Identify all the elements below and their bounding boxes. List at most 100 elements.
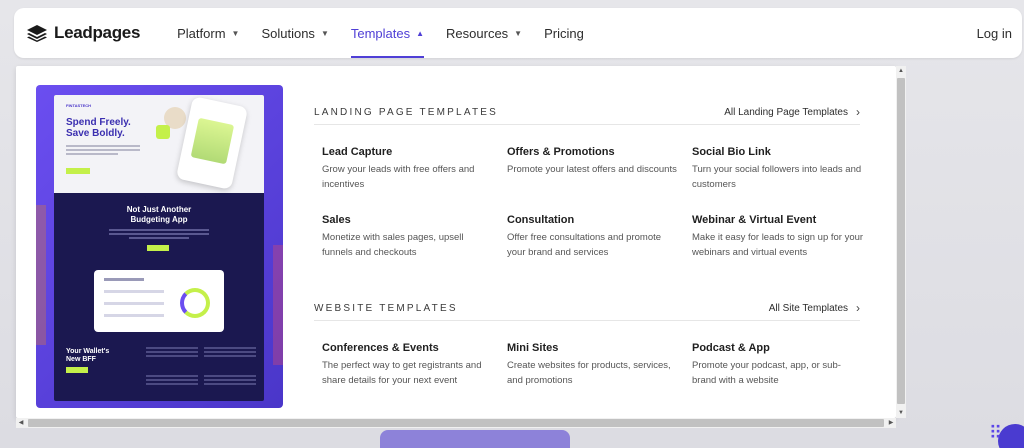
caret-up-icon: ▲ — [416, 28, 425, 38]
template-description: The perfect way to get registrants and s… — [322, 360, 482, 386]
preview-bottom-title-line: Your Wallet's — [66, 348, 110, 355]
preview-feature — [146, 375, 198, 395]
templates-dropdown: FINTASTECH Spend Freely. Save Boldly. No… — [16, 66, 896, 418]
preview-feature — [204, 347, 256, 367]
preview-decor — [36, 205, 46, 345]
scrollbar-thumb[interactable] — [897, 78, 905, 404]
preview-headline: Spend Freely. Save Boldly. — [66, 117, 131, 139]
template-description: Create websites for products, services, … — [507, 360, 671, 386]
nav-item-label: Resources — [446, 25, 509, 41]
preview-feature — [146, 347, 198, 367]
brand-name: Leadpages — [54, 23, 141, 42]
preview-subtext — [66, 145, 140, 157]
preview-page: FINTASTECH Spend Freely. Save Boldly. No… — [54, 95, 264, 401]
template-consultation[interactable]: Consultation Offer free consultations an… — [507, 214, 679, 260]
template-description: Grow your leads with free offers and inc… — [322, 164, 475, 190]
nav-item-platform[interactable]: Platform ▼ — [166, 8, 250, 58]
template-mini-sites[interactable]: Mini Sites Create websites for products,… — [507, 342, 679, 388]
all-landing-templates-label: All Landing Page Templates — [724, 106, 848, 118]
nav-item-label: Solutions — [261, 25, 315, 41]
caret-down-icon: ▼ — [320, 28, 329, 38]
preview-bottom-title: Your Wallet's New BFF — [66, 348, 109, 364]
nav-item-label: Pricing — [544, 25, 584, 41]
preview-mid-title-line: Not Just Another — [126, 205, 192, 214]
template-title: Social Bio Link — [692, 146, 771, 158]
caret-down-icon: ▼ — [514, 28, 523, 38]
preview-bottom-button — [66, 367, 88, 373]
template-preview-image[interactable]: FINTASTECH Spend Freely. Save Boldly. No… — [36, 85, 283, 408]
all-landing-templates-link[interactable]: All Landing Page Templates › — [724, 105, 860, 119]
template-description: Promote your podcast, app, or sub-brand … — [692, 360, 841, 386]
scroll-left-icon[interactable]: ◀ — [16, 418, 26, 428]
preview-chart-ring — [180, 288, 210, 318]
divider — [314, 320, 860, 321]
template-podcast-app[interactable]: Podcast & App Promote your podcast, app,… — [692, 342, 864, 388]
nav-item-label: Templates — [350, 25, 411, 41]
all-site-templates-label: All Site Templates — [768, 302, 848, 314]
nav-menu: Platform ▼ Solutions ▼ Templates ▲ Resou… — [166, 8, 595, 58]
template-title: Offers & Promotions — [507, 146, 615, 158]
preview-mid-text — [109, 229, 209, 241]
nav-item-resources[interactable]: Resources ▼ — [435, 8, 533, 58]
chevron-right-icon: › — [856, 301, 860, 315]
preview-mid-title-line: Budgeting App — [130, 215, 188, 224]
template-social-bio-link[interactable]: Social Bio Link Turn your social followe… — [692, 146, 864, 192]
preview-card-row — [104, 302, 164, 305]
template-sales[interactable]: Sales Monetize with sales pages, upsell … — [322, 214, 494, 260]
preview-headline-line: Save Boldly. — [66, 128, 125, 139]
landing-section-header: LANDING PAGE TEMPLATES All Landing Page … — [314, 105, 860, 119]
horizontal-scrollbar[interactable]: ◀ ▶ — [16, 418, 896, 428]
preview-card-row — [104, 290, 164, 293]
template-description: Turn your social followers into leads an… — [692, 164, 862, 190]
templates-content: LANDING PAGE TEMPLATES All Landing Page … — [314, 66, 864, 418]
preview-decor — [273, 245, 283, 365]
preview-mid-title: Not Just Another Budgeting App — [54, 205, 264, 225]
divider — [314, 124, 860, 125]
template-title: Conferences & Events — [322, 342, 439, 354]
preview-mid-button — [147, 245, 169, 251]
template-webinar-virtual-event[interactable]: Webinar & Virtual Event Make it easy for… — [692, 214, 864, 260]
scroll-right-icon[interactable]: ▶ — [886, 418, 896, 428]
scrollbar-thumb[interactable] — [28, 419, 884, 427]
template-conferences-events[interactable]: Conferences & Events The perfect way to … — [322, 342, 494, 388]
template-description: Offer free consultations and promote you… — [507, 232, 662, 258]
preview-card-row — [104, 278, 144, 281]
website-section-header: WEBSITE TEMPLATES All Site Templates › — [314, 301, 860, 315]
scroll-up-icon[interactable]: ▲ — [896, 66, 906, 76]
preview-button — [66, 168, 90, 174]
template-title: Lead Capture — [322, 146, 393, 158]
nav-item-solutions[interactable]: Solutions ▼ — [250, 8, 339, 58]
template-description: Promote your latest offers and discounts — [507, 164, 677, 175]
preview-account-card — [94, 270, 224, 332]
template-title: Webinar & Virtual Event — [692, 214, 817, 226]
preview-logo: FINTASTECH — [66, 103, 92, 108]
nav-item-pricing[interactable]: Pricing — [533, 8, 595, 58]
dots-icon: ⠿ — [988, 423, 1002, 443]
template-title: Mini Sites — [507, 342, 559, 354]
brand-logo[interactable]: Leadpages — [26, 23, 140, 43]
template-lead-capture[interactable]: Lead Capture Grow your leads with free o… — [322, 146, 494, 192]
template-title: Sales — [322, 214, 351, 226]
nav-item-label: Platform — [177, 25, 226, 41]
scroll-down-icon[interactable]: ▼ — [896, 408, 906, 418]
vertical-scrollbar[interactable]: ▲ ▼ — [896, 66, 906, 418]
preview-badge — [156, 125, 170, 139]
template-title: Consultation — [507, 214, 575, 226]
top-navbar: Leadpages Platform ▼ Solutions ▼ Templat… — [14, 8, 1022, 58]
caret-down-icon: ▼ — [231, 28, 240, 38]
login-link[interactable]: Log in — [977, 26, 1012, 41]
template-description: Monetize with sales pages, upsell funnel… — [322, 232, 464, 258]
nav-item-templates[interactable]: Templates ▲ — [340, 8, 435, 58]
website-section-title: WEBSITE TEMPLATES — [314, 302, 458, 314]
preview-bottom-title-line: New BFF — [66, 356, 96, 363]
chevron-right-icon: › — [856, 105, 860, 119]
preview-card-row — [104, 314, 164, 317]
preview-feature — [204, 375, 256, 395]
preview-hero: FINTASTECH Spend Freely. Save Boldly. — [54, 95, 264, 193]
template-title: Podcast & App — [692, 342, 770, 354]
all-site-templates-link[interactable]: All Site Templates › — [769, 301, 860, 315]
landing-section-title: LANDING PAGE TEMPLATES — [314, 106, 498, 118]
template-offers-promotions[interactable]: Offers & Promotions Promote your latest … — [507, 146, 679, 177]
layers-logo-icon — [27, 25, 47, 42]
background-purple-bar — [380, 430, 570, 448]
